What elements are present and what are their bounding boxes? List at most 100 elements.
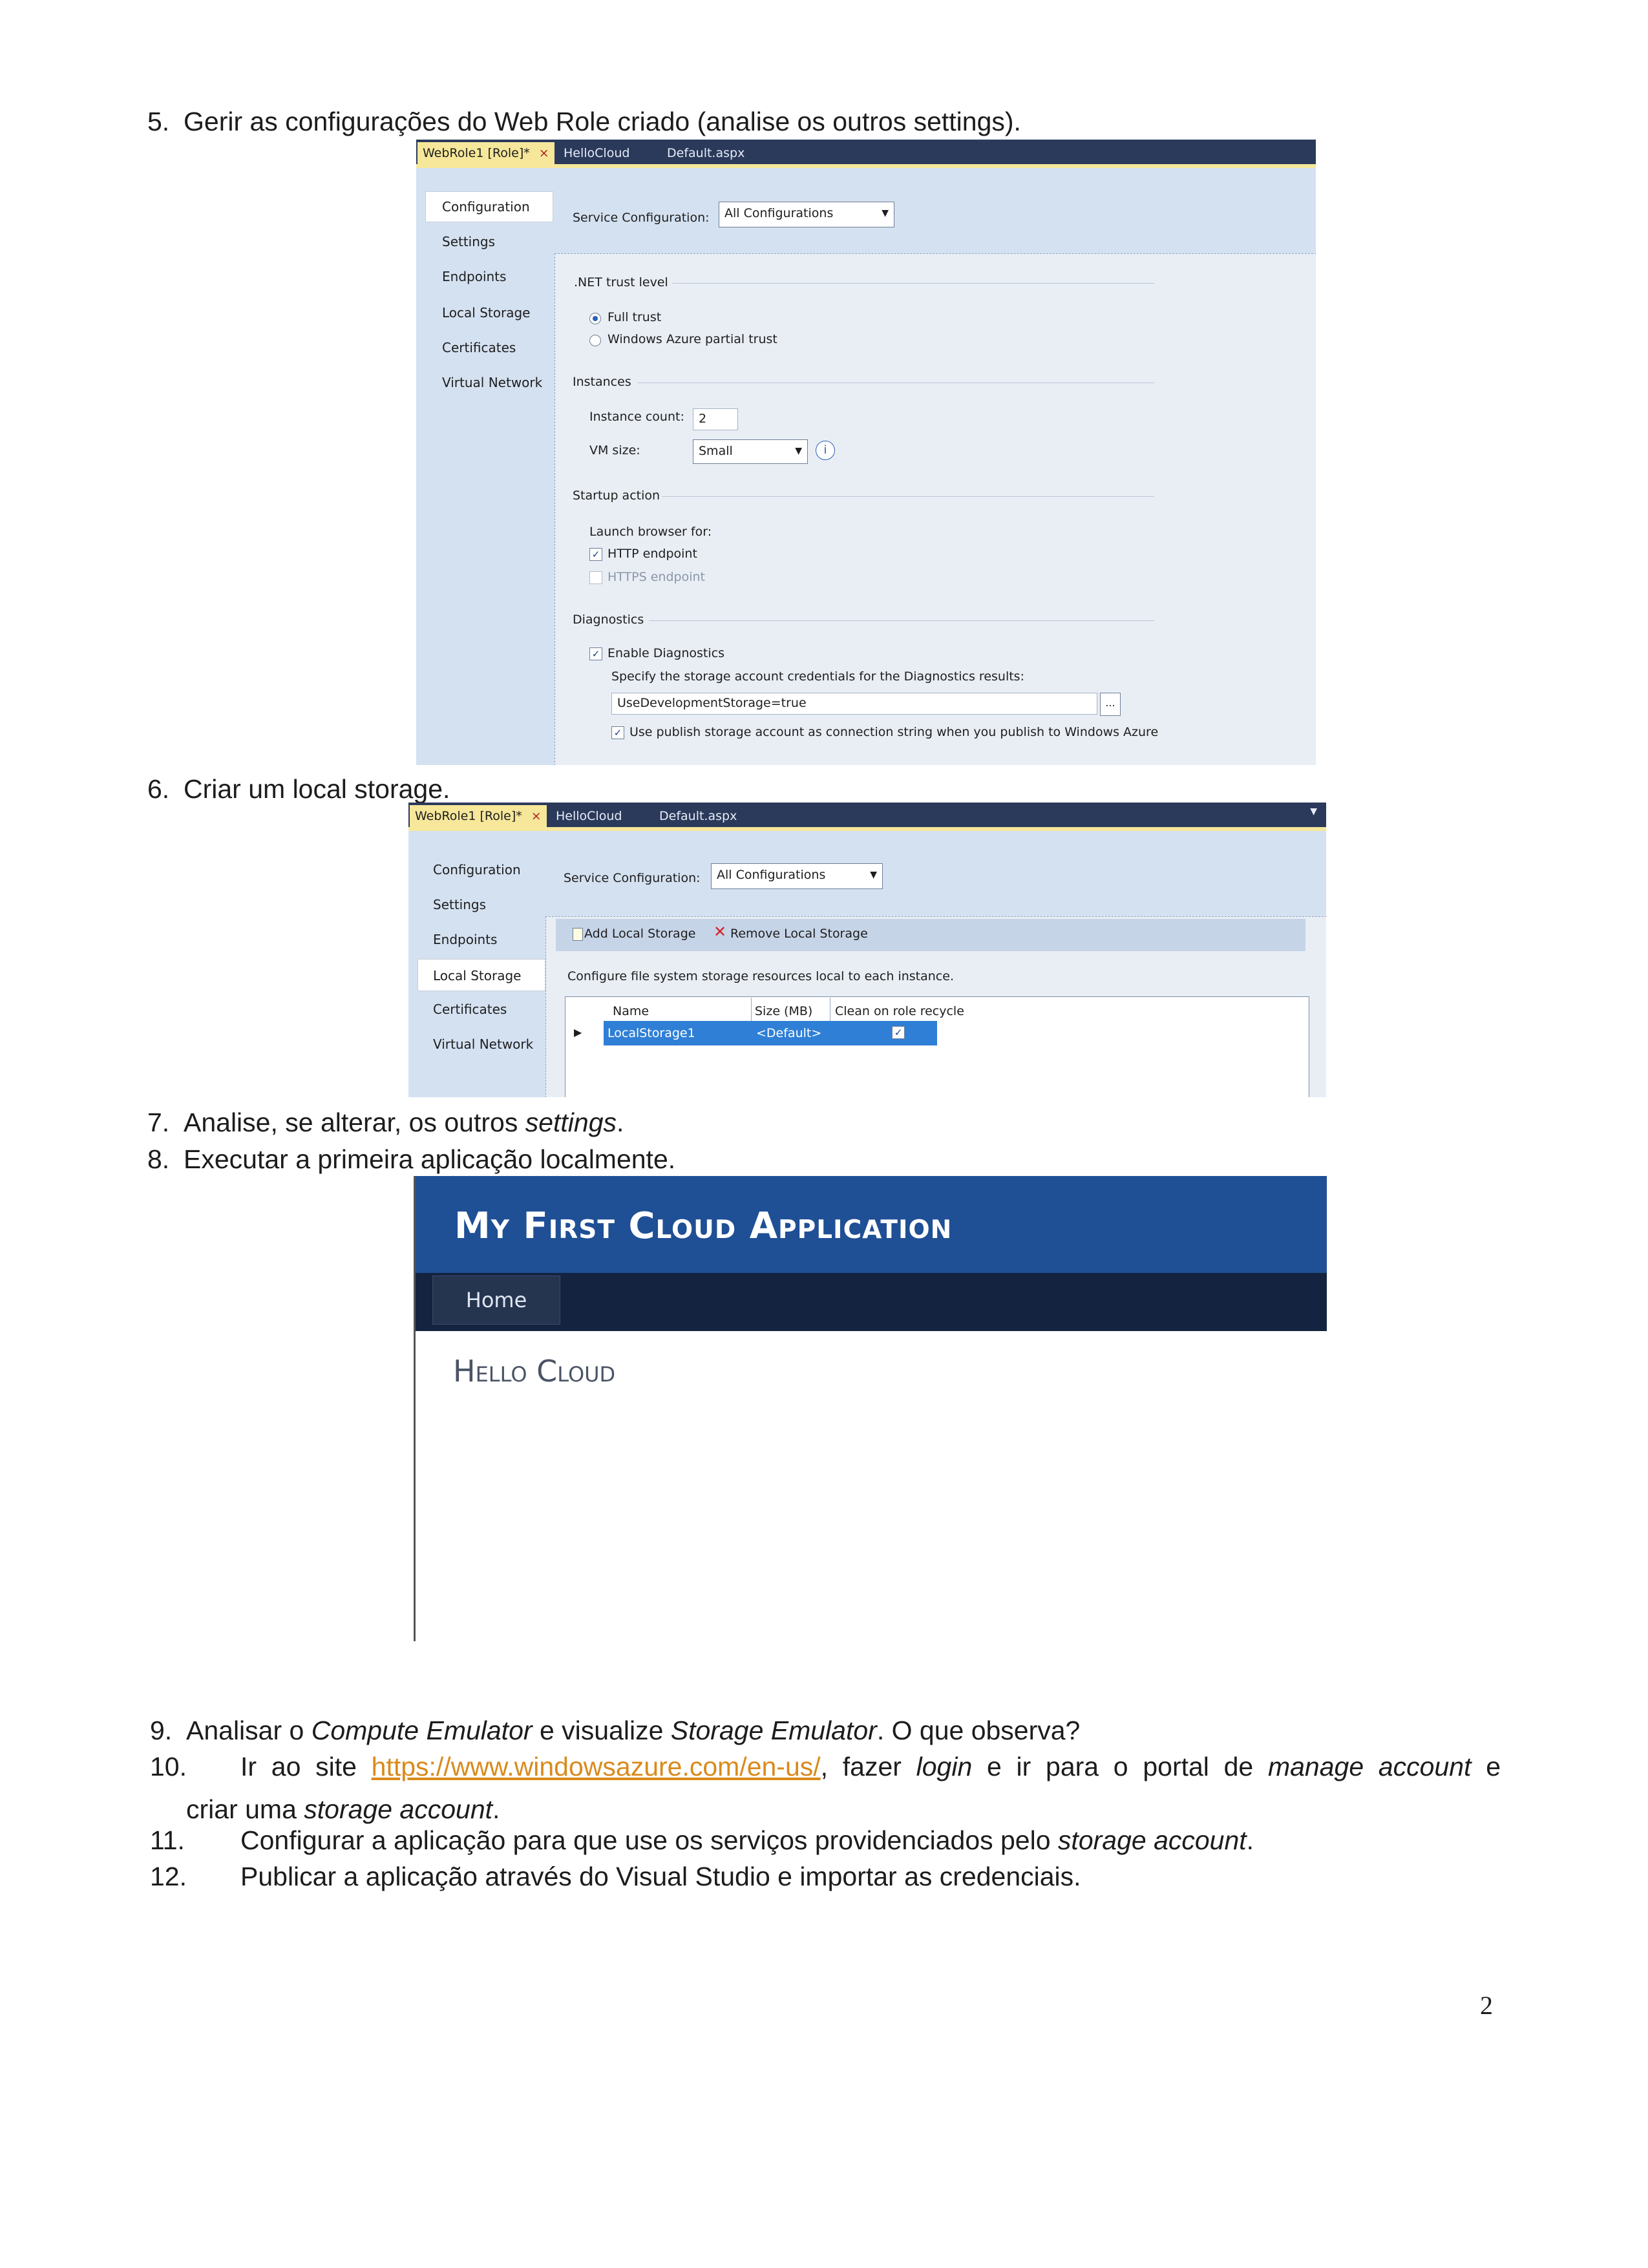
nav-item-configuration[interactable]: Configuration xyxy=(442,199,530,215)
enable-diagnostics-checkbox[interactable]: ✓ xyxy=(589,647,602,660)
step-number: 10. xyxy=(150,1752,187,1781)
step-10: 10. Ir ao site https://www.windowsazure.c… xyxy=(150,1748,1501,1785)
service-config-select[interactable]: All Configurations ▼ xyxy=(711,863,883,889)
startup-header: Startup action xyxy=(573,488,660,503)
connection-string-input[interactable]: UseDevelopmentStorage=true xyxy=(611,693,1097,715)
step-6: 6. Criar um local storage. xyxy=(147,771,450,807)
info-icon[interactable]: i xyxy=(816,441,835,460)
browse-button[interactable]: ... xyxy=(1100,693,1121,716)
chevron-down-icon: ▼ xyxy=(882,208,889,218)
column-header-clean[interactable]: Clean on role recycle xyxy=(835,1004,964,1018)
divider xyxy=(672,283,1154,284)
step-number: 6. xyxy=(147,774,170,804)
step-5: 5. Gerir as configurações do Web Role cri… xyxy=(147,103,1021,140)
windowsazure-link[interactable]: https://www.windowsazure.com/en-us/ xyxy=(372,1752,821,1781)
role-config-screenshot: WebRole1 [Role]* × HelloCloud Default.asp… xyxy=(416,140,1316,765)
chevron-down-icon: ▼ xyxy=(870,870,877,880)
use-publish-checkbox[interactable]: ✓ xyxy=(611,726,624,739)
page-heading: Hello Cloud xyxy=(453,1354,616,1389)
full-trust-label: Full trust xyxy=(607,310,662,324)
step-number: 11. xyxy=(150,1825,185,1855)
full-trust-radio[interactable] xyxy=(589,313,601,324)
net-trust-header: .NET trust level xyxy=(574,275,668,289)
vm-size-label: VM size: xyxy=(589,443,640,457)
diagnostics-header: Diagnostics xyxy=(573,613,644,627)
step-number: 5. xyxy=(147,107,170,136)
add-local-storage-button[interactable]: Add Local Storage xyxy=(584,927,695,941)
local-storage-screenshot: WebRole1 [Role]* × HelloCloud Default.asp… xyxy=(408,803,1326,1097)
tab-underline xyxy=(416,164,1316,168)
remove-local-storage-button[interactable]: Remove Local Storage xyxy=(730,927,868,941)
instance-count-label: Instance count: xyxy=(589,410,684,424)
divider xyxy=(662,496,1154,497)
home-menu-item[interactable]: Home xyxy=(432,1276,560,1325)
add-storage-icon xyxy=(573,928,583,941)
tab-underline xyxy=(408,827,1326,831)
launch-browser-label: Launch browser for: xyxy=(589,525,712,539)
tab-hellocloud[interactable]: HelloCloud xyxy=(551,805,627,827)
nav-item-certificates[interactable]: Certificates xyxy=(433,1002,507,1017)
step-text: Analise, se alterar, os outros xyxy=(184,1108,525,1137)
nav-item-endpoints[interactable]: Endpoints xyxy=(433,932,497,947)
clean-on-recycle-checkbox[interactable]: ✓ xyxy=(892,1026,905,1039)
tab-webrole[interactable]: WebRole1 [Role]* × xyxy=(410,805,547,827)
step-text: Executar a primeira aplicação localmente… xyxy=(184,1144,676,1174)
row-size-cell[interactable]: <Default> xyxy=(756,1026,821,1040)
tab-default-aspx[interactable]: Default.aspx xyxy=(654,805,742,827)
https-endpoint-label: HTTPS endpoint xyxy=(607,570,705,584)
instances-header: Instances xyxy=(573,375,631,389)
partial-trust-radio[interactable] xyxy=(589,335,601,346)
close-icon[interactable]: × xyxy=(531,809,542,823)
step-8: 8. Executar a primeira aplicação localmen… xyxy=(147,1141,675,1177)
chevron-down-icon[interactable]: ▼ xyxy=(1310,806,1317,817)
app-title: My First Cloud Application xyxy=(454,1205,953,1247)
row-name-cell[interactable]: LocalStorage1 xyxy=(607,1026,695,1040)
cloud-app-screenshot: My First Cloud Application Home Hello Cl… xyxy=(414,1176,1327,1641)
step-number: 7. xyxy=(147,1108,170,1137)
nav-item-configuration[interactable]: Configuration xyxy=(433,862,521,877)
https-endpoint-checkbox[interactable] xyxy=(589,571,602,584)
use-publish-label: Use publish storage account as connectio… xyxy=(629,725,1159,739)
enable-diagnostics-label: Enable Diagnostics xyxy=(607,646,725,660)
tab-hellocloud[interactable]: HelloCloud xyxy=(558,142,635,164)
step-text-emphasis: settings xyxy=(525,1108,617,1137)
step-7: 7. Analise, se alterar, os outros setting… xyxy=(147,1104,624,1140)
remove-icon: ✕ xyxy=(713,923,727,941)
nav-item-settings[interactable]: Settings xyxy=(442,234,495,249)
nav-item-virtual-network[interactable]: Virtual Network xyxy=(442,375,542,390)
partial-trust-label: Windows Azure partial trust xyxy=(607,332,777,346)
config-panel xyxy=(555,253,1316,765)
step-text: Gerir as configurações do Web Role criad… xyxy=(184,107,1021,136)
http-endpoint-checkbox[interactable]: ✓ xyxy=(589,548,602,561)
column-header-size[interactable]: Size (MB) xyxy=(755,1004,812,1018)
nav-item-local-storage[interactable]: Local Storage xyxy=(442,305,530,320)
service-config-label: Service Configuration: xyxy=(564,871,701,885)
step-9: 9. Analisar o Compute Emulator e visualiz… xyxy=(150,1712,1080,1748)
row-selector-icon: ▶ xyxy=(574,1026,582,1038)
step-11: 11. Configurar a aplicação para que use o… xyxy=(150,1822,1254,1858)
service-config-label: Service Configuration: xyxy=(573,211,710,225)
instance-count-input[interactable]: 2 xyxy=(693,408,738,430)
nav-item-virtual-network[interactable]: Virtual Network xyxy=(433,1036,533,1052)
vm-size-select[interactable]: Small ▼ xyxy=(693,439,808,464)
storage-credentials-label: Specify the storage account credentials … xyxy=(611,669,1024,684)
nav-item-settings[interactable]: Settings xyxy=(433,897,486,912)
step-text: Criar um local storage. xyxy=(184,774,450,804)
nav-item-endpoints[interactable]: Endpoints xyxy=(442,269,506,284)
chevron-down-icon: ▼ xyxy=(795,446,802,456)
service-config-select[interactable]: All Configurations ▼ xyxy=(719,202,894,227)
tab-default-aspx[interactable]: Default.aspx xyxy=(662,142,750,164)
nav-item-certificates[interactable]: Certificates xyxy=(442,340,516,355)
step-12: 12. Publicar a aplicação através do Visua… xyxy=(150,1858,1081,1895)
http-endpoint-label: HTTP endpoint xyxy=(607,547,697,561)
step-number: 9. xyxy=(150,1716,173,1745)
column-header-name[interactable]: Name xyxy=(613,1004,649,1018)
divider xyxy=(649,620,1154,621)
step-number: 8. xyxy=(147,1144,170,1174)
step-number: 12. xyxy=(150,1862,187,1891)
tab-webrole[interactable]: WebRole1 [Role]* × xyxy=(417,142,555,164)
close-icon[interactable]: × xyxy=(539,146,549,160)
page-number: 2 xyxy=(1480,1991,1493,2020)
nav-item-local-storage[interactable]: Local Storage xyxy=(433,968,521,983)
storage-description: Configure file system storage resources … xyxy=(567,969,954,983)
